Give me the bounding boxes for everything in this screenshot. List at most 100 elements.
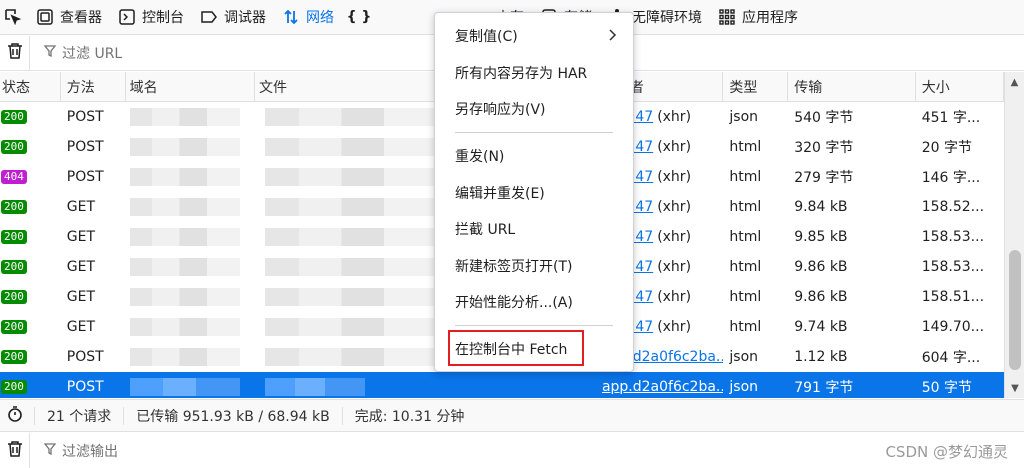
- menu-label: 所有内容另存为 HAR: [455, 66, 588, 82]
- menu-open-new-tab[interactable]: 新建标签页打开(T): [435, 251, 633, 281]
- redacted-domain: [129, 348, 240, 366]
- vertical-scrollbar[interactable]: ▲ ▼: [1004, 72, 1024, 398]
- status-cell: 200: [0, 132, 61, 162]
- method-cell: GET: [66, 259, 95, 275]
- element-picker-button[interactable]: [0, 0, 28, 35]
- redacted-file: [264, 348, 435, 366]
- status-cell: 200: [0, 252, 61, 282]
- element-picker-icon: [4, 8, 22, 26]
- redacted-domain: [129, 198, 240, 216]
- context-menu: 复制值(C) 所有内容另存为 HAR 另存响应为(V) 重发(N) 编辑并重发(…: [434, 12, 634, 372]
- url-filter-input[interactable]: 过滤 URL: [30, 43, 122, 63]
- status-cell: 200: [0, 372, 61, 398]
- console-filter-placeholder: 过滤输出: [62, 443, 118, 460]
- method-cell: POST: [66, 169, 104, 185]
- header-status[interactable]: 状态: [0, 72, 61, 102]
- scroll-down-icon[interactable]: ▼: [1005, 378, 1024, 398]
- redacted-domain: [129, 108, 240, 126]
- header-domain[interactable]: 域名: [126, 72, 255, 102]
- method-cell: GET: [66, 319, 95, 335]
- menu-start-profiling[interactable]: 开始性能分析...(A): [435, 287, 633, 317]
- trash-icon: [7, 42, 23, 64]
- method-cell: POST: [66, 349, 104, 365]
- redacted-file: [264, 288, 435, 306]
- scroll-up-icon[interactable]: ▲: [1005, 72, 1024, 92]
- domain-cell: [126, 252, 255, 282]
- size-cell: 149.70...: [921, 319, 985, 335]
- menu-edit-resend[interactable]: 编辑并重发(E): [435, 178, 633, 208]
- tab-label: 查看器: [60, 10, 102, 26]
- scroll-thumb[interactable]: [1009, 250, 1021, 370]
- menu-save-all-har[interactable]: 所有内容另存为 HAR: [435, 58, 633, 88]
- status-badge: 200: [1, 350, 27, 364]
- status-badge: 200: [1, 110, 27, 124]
- menu-save-response[interactable]: 另存响应为(V): [435, 94, 633, 124]
- initiator-suffix: (xhr): [657, 259, 692, 275]
- filter-icon: [43, 45, 57, 61]
- tab-label: 调试器: [224, 10, 266, 26]
- method-cell: GET: [66, 229, 95, 245]
- domain-cell: [126, 342, 255, 372]
- tab-label: 无障碍环境: [632, 10, 702, 26]
- status-badge: 200: [1, 200, 27, 214]
- header-type[interactable]: 类型: [723, 72, 789, 102]
- status-badge: 200: [1, 290, 27, 304]
- table-row[interactable]: 200 POST app.d2a0f6c2ba... json 791 字节 50 字节: [0, 372, 1004, 398]
- status-badge: 404: [1, 170, 27, 184]
- size-cell: 451 字...: [921, 110, 981, 126]
- redacted-domain: [129, 258, 240, 276]
- filter-icon: [43, 442, 57, 459]
- transferred-summary: 已传输 951.93 kB / 68.94 kB: [124, 406, 343, 425]
- menu-block-url[interactable]: 拦截 URL: [435, 214, 633, 244]
- status-cell: 404: [0, 162, 61, 192]
- stopwatch-icon: [6, 405, 24, 427]
- redacted-file: [264, 228, 435, 246]
- type-cell: html: [729, 139, 762, 155]
- tab-network[interactable]: 网络: [274, 0, 342, 35]
- header-method[interactable]: 方法: [61, 72, 126, 102]
- initiator-suffix: (xhr): [657, 169, 692, 185]
- status-cell: 200: [0, 222, 61, 252]
- transferred-cell: 320 字节: [794, 140, 854, 156]
- status-cell: 200: [0, 102, 61, 132]
- initiator-suffix: (xhr): [657, 139, 692, 155]
- status-badge: 200: [1, 380, 27, 394]
- status-cell: 200: [0, 282, 61, 312]
- redacted-file: [264, 168, 435, 186]
- transferred-cell: 279 字节: [794, 170, 854, 186]
- redacted-domain: [129, 228, 240, 246]
- redacted-file: [264, 108, 435, 126]
- size-cell: 146 字...: [921, 170, 981, 186]
- perf-button[interactable]: [0, 405, 35, 427]
- trash-icon: [7, 440, 23, 462]
- finish-time: 完成: 10.31 分钟: [354, 408, 465, 425]
- tab-style-editor[interactable]: { }: [342, 0, 376, 35]
- console-filter-input[interactable]: 过滤输出: [30, 441, 118, 461]
- type-cell: json: [729, 109, 759, 125]
- redacted-domain: [129, 318, 240, 336]
- tab-inspector[interactable]: 查看器: [28, 0, 110, 35]
- console-clear-button[interactable]: [0, 433, 30, 468]
- menu-copy-value[interactable]: 复制值(C): [435, 21, 633, 51]
- redacted-file: [264, 138, 435, 156]
- menu-label: 开始性能分析...(A): [455, 295, 573, 311]
- initiator-link[interactable]: app.d2a0f6c2ba...: [602, 379, 723, 395]
- transferred-cell: 540 字节: [794, 110, 854, 126]
- braces-icon: { }: [346, 9, 372, 25]
- header-transferred[interactable]: 传输: [788, 72, 916, 102]
- menu-resend[interactable]: 重发(N): [435, 141, 633, 171]
- size-cell: 20 字节: [921, 140, 972, 156]
- tab-application[interactable]: 应用程序: [710, 0, 806, 35]
- tab-console[interactable]: 控制台: [110, 0, 192, 35]
- menu-label: 编辑并重发(E): [455, 186, 545, 202]
- tab-debugger[interactable]: 调试器: [192, 0, 274, 35]
- status-badge: 200: [1, 140, 27, 154]
- type-cell: html: [729, 259, 762, 275]
- status-badge: 200: [1, 320, 27, 334]
- clear-button[interactable]: [0, 35, 30, 71]
- menu-label: 另存响应为(V): [455, 102, 546, 118]
- transferred-cell: 791 字节: [794, 380, 854, 396]
- type-cell: html: [729, 319, 762, 335]
- header-size[interactable]: 大小: [916, 72, 1004, 102]
- status-cell: 200: [0, 342, 61, 372]
